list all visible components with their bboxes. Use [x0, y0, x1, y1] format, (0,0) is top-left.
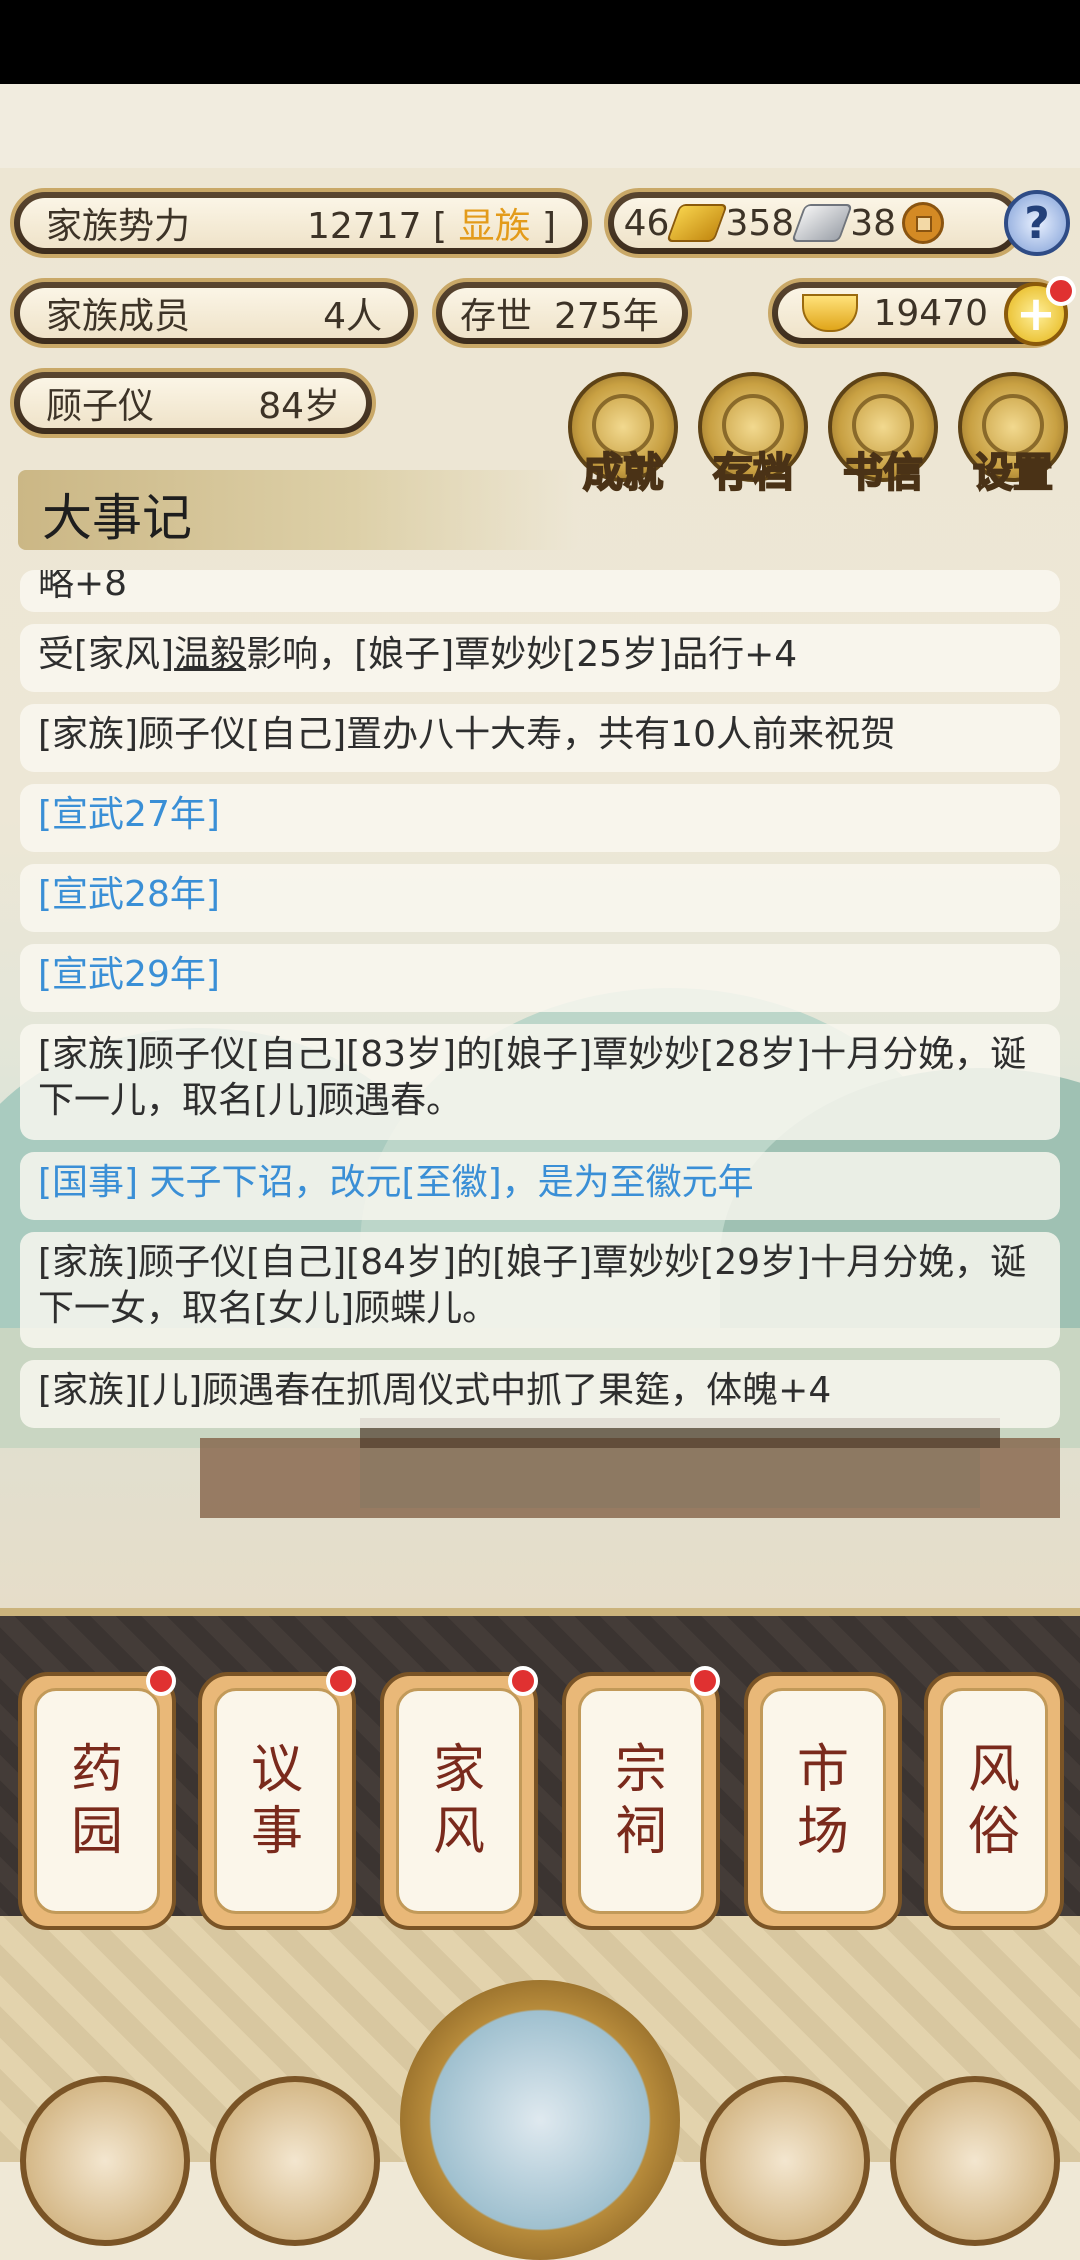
help-button[interactable]: ? — [1004, 190, 1070, 256]
building-card-char: 祠 — [614, 1802, 667, 1862]
gold-amount: 46 — [623, 202, 670, 244]
building-card-char: 议 — [250, 1740, 303, 1800]
jade-nav-button[interactable] — [700, 2076, 870, 2246]
building-card-family-style[interactable]: 家风 — [380, 1672, 538, 1930]
silver-amount: 358 — [725, 202, 795, 244]
chronicle-entry: [家族][儿]顾遇春在抓周仪式中抓了果筵，体魄+4 — [20, 1360, 1060, 1428]
scroll-nav-button[interactable] — [20, 2076, 190, 2246]
chronicle-entry-text: [家族]顾子仪[自己][84岁]的[娘子]覃妙妙[29岁]十月分娩，诞下一女，取… — [38, 1242, 1027, 1329]
letter-label: 书信 — [842, 449, 924, 497]
main-map-button[interactable] — [400, 1980, 680, 2260]
building-card-char: 市 — [796, 1740, 849, 1800]
building-card-label: 市场 — [795, 1739, 851, 1863]
chronicle-entry-text: [宣武28年] — [38, 874, 220, 915]
currency-panel[interactable]: 46 358 38 — [604, 188, 1024, 258]
town-buildings — [200, 1438, 1060, 1518]
chronicle-entry-text: [国事] 天子下诏，改元[至徽]，是为至徽元年 — [38, 1162, 754, 1203]
building-card-council[interactable]: 议事 — [198, 1672, 356, 1930]
chronicle-entry-text: 受[家风] — [38, 634, 175, 675]
chronicle-year-entry: [宣武29年] — [20, 944, 1060, 1012]
save-label: 存档 — [712, 449, 794, 497]
notification-badge — [508, 1666, 538, 1696]
gold-ingot-icon — [802, 294, 858, 332]
chronicle-entry: [家族]顾子仪[自己][84岁]的[娘子]覃妙妙[29岁]十月分娩，诞下一女，取… — [20, 1232, 1060, 1348]
settings-label: 设置 — [972, 449, 1054, 497]
chronicle-entry: 受[家风]温毅影响，[娘子]覃妙妙[25岁]品行+4 — [20, 624, 1060, 692]
family-trait-link[interactable]: 温毅 — [174, 634, 246, 675]
question-icon: ? — [1024, 197, 1050, 249]
building-card-label: 宗祠 — [613, 1739, 669, 1863]
building-card-char: 宗 — [614, 1740, 667, 1800]
members-value: 4人 — [323, 296, 382, 337]
building-card-market[interactable]: 市场 — [744, 1672, 902, 1930]
building-card-herb-garden[interactable]: 药园 — [18, 1672, 176, 1930]
notification-badge — [690, 1666, 720, 1696]
top-spacer — [0, 84, 1080, 168]
clan-rank-bracket-close: ] — [541, 206, 556, 247]
building-card-char: 药 — [70, 1740, 123, 1800]
building-card-label: 风俗 — [966, 1739, 1022, 1863]
gold-bar-icon — [666, 204, 729, 242]
leader-name: 顾子仪 — [46, 386, 155, 427]
building-card-char: 事 — [250, 1802, 303, 1862]
building-card-label: 议事 — [249, 1739, 305, 1863]
existence-label: 存世 — [460, 296, 533, 337]
building-card-customs[interactable]: 风俗 — [924, 1672, 1064, 1930]
building-card-char: 风 — [432, 1802, 485, 1862]
building-card-char: 风 — [967, 1740, 1020, 1800]
building-card-label: 药园 — [69, 1739, 125, 1863]
members-panel[interactable]: 家族成员 4人 — [10, 278, 418, 348]
clan-rank-bracket-open: [ — [432, 206, 448, 247]
chronicle-year-entry: [宣武28年] — [20, 864, 1060, 932]
chronicle-entry-partial: 略+8 — [20, 570, 1060, 612]
building-card-char: 俗 — [967, 1802, 1020, 1862]
clan-rank: 显族 — [458, 206, 531, 247]
chronicle-entry-text: [家族]顾子仪[自己][83岁]的[娘子]覃妙妙[28岁]十月分娩，诞下一儿，取… — [38, 1034, 1027, 1121]
building-card-char: 场 — [796, 1802, 849, 1862]
existence-value: 275年 — [554, 296, 659, 337]
building-card-ancestral-hall[interactable]: 宗祠 — [562, 1672, 720, 1930]
copper-coin-icon — [902, 202, 944, 244]
chronicle-year-entry: [宣武27年] — [20, 784, 1060, 852]
members-label: 家族成员 — [46, 296, 191, 337]
existence-panel[interactable]: 存世 275年 — [432, 278, 692, 348]
leader-age: 84岁 — [258, 386, 340, 427]
chronicle-entry-text: [家族][儿]顾遇春在抓周仪式中抓了果筵，体魄+4 — [38, 1370, 832, 1411]
notification-badge — [326, 1666, 356, 1696]
chronicle-entry-text: 影响，[娘子]覃妙妙[25岁]品行+4 — [246, 634, 798, 675]
clan-power-label: 家族势力 — [46, 206, 191, 247]
chronicle-entry-text: [宣武27年] — [38, 794, 220, 835]
ingot-notification-badge — [1046, 276, 1076, 306]
chronicle-entry-text: [宣武29年] — [38, 954, 220, 995]
residence-nav-button[interactable] — [210, 2076, 380, 2246]
silver-bar-icon — [791, 204, 854, 242]
clan-power-panel[interactable]: 家族势力 12717 [ 显族 ] — [10, 188, 592, 258]
chronicle-entry: [家族]顾子仪[自己]置办八十大寿，共有10人前来祝贺 — [20, 704, 1060, 772]
system-status-bar — [0, 0, 1080, 84]
chronicle-title: 大事记 — [42, 489, 192, 547]
chronicle-entry: [家族]顾子仪[自己][83岁]的[娘子]覃妙妙[28岁]十月分娩，诞下一儿，取… — [20, 1024, 1060, 1140]
chronicle-entry-partial-text: 略+8 — [38, 570, 128, 604]
chronicle-national-entry: [国事] 天子下诏，改元[至徽]，是为至徽元年 — [20, 1152, 1060, 1220]
clan-power-value: 12717 [ 显族 ] — [307, 197, 582, 249]
leader-panel[interactable]: 顾子仪 84岁 — [10, 368, 376, 438]
chronicle-entry-text: [家族]顾子仪[自己]置办八十大寿，共有10人前来祝贺 — [38, 714, 896, 755]
family-nav-button[interactable] — [890, 2076, 1060, 2246]
copper-amount: 38 — [850, 202, 896, 244]
building-card-char: 家 — [432, 1740, 485, 1800]
building-card-label: 家风 — [431, 1739, 487, 1863]
clan-power-number: 12717 — [307, 206, 422, 247]
building-card-char: 园 — [70, 1802, 123, 1862]
notification-badge — [146, 1666, 176, 1696]
